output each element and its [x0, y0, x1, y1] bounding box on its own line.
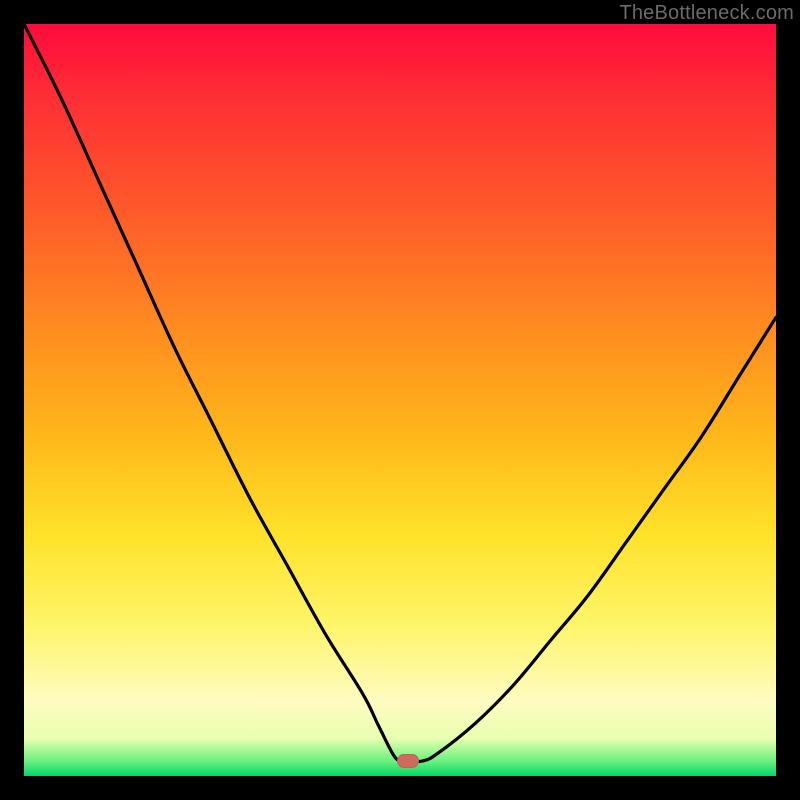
optimum-marker [397, 754, 419, 768]
curve-layer [24, 24, 776, 776]
chart-stage: TheBottleneck.com [0, 0, 800, 800]
bottleneck-curve [24, 24, 776, 762]
watermark-text: TheBottleneck.com [619, 2, 794, 25]
plot-area [24, 24, 776, 776]
